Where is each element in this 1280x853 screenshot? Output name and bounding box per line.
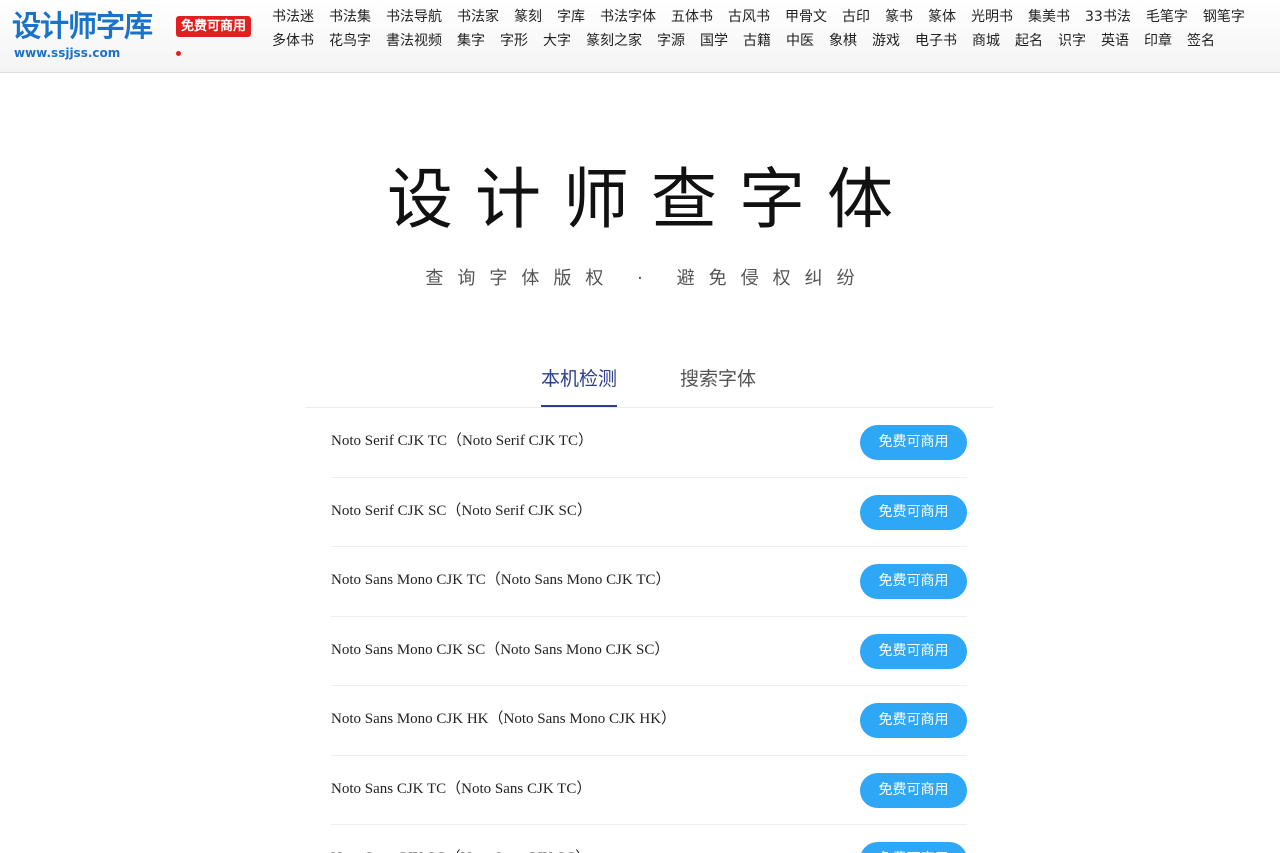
nav-row-1: 书法迷 书法集 书法导航 书法家 篆刻 字库 书法字体 五体书 古风书 甲骨文 古印 篆书 篆体 光明书集… bbox=[272, 7, 1260, 27]
nav-link[interactable]: 字库 bbox=[557, 7, 585, 27]
free-commercial-button[interactable]: 免费可商用 bbox=[860, 425, 967, 460]
nav-link[interactable]: 书法家 bbox=[457, 7, 499, 27]
nav-row-2: 多体书 花鸟字 書法视频 集字 字形 大字 篆刻之家 字源 国学 古籍 中医 象棋 游戏 电子书 商城 起名识… bbox=[272, 31, 1230, 51]
font-row: Noto Sans CJK TC（Noto Sans CJK TC） 免费可商用 bbox=[331, 756, 967, 825]
font-name: Noto Sans Mono CJK HK（Noto Sans Mono CJK… bbox=[331, 711, 677, 727]
font-row: Noto Sans CJK SC（Noto Sans CJK SC） 免费可商用 bbox=[331, 825, 967, 853]
nav-link[interactable]: 花鸟字 bbox=[329, 31, 371, 51]
font-list: Noto Serif CJK TC（Noto Serif CJK TC） 免费可商… bbox=[331, 408, 967, 853]
nav-link[interactable]: 集美书 bbox=[1028, 7, 1070, 27]
page-title: 设计师查字体 bbox=[387, 161, 915, 238]
font-name: Noto Serif CJK SC（Noto Serif CJK SC） bbox=[331, 502, 592, 519]
free-commercial-button[interactable]: 免费可商用 bbox=[860, 842, 967, 853]
font-row: Noto Serif CJK SC（Noto Serif CJK SC） 免费可商… bbox=[331, 478, 967, 547]
nav-link[interactable]: 国学 bbox=[700, 31, 728, 51]
font-name: Noto Sans Mono CJK TC（Noto Sans Mono CJK… bbox=[331, 572, 671, 588]
logo-url: www.ssjjss.com bbox=[14, 46, 121, 60]
nav-link[interactable]: 象棋 bbox=[829, 31, 857, 51]
nav-link[interactable]: 识字 bbox=[1058, 31, 1086, 51]
logo-dot-icon bbox=[176, 51, 181, 56]
nav-link[interactable]: 起名 bbox=[1015, 31, 1043, 51]
free-commercial-button[interactable]: 免费可商用 bbox=[860, 564, 967, 599]
nav-link[interactable]: 甲骨文 bbox=[785, 7, 827, 27]
nav-link[interactable]: 大字 bbox=[543, 31, 571, 51]
nav-link[interactable]: 钢笔字 bbox=[1203, 7, 1245, 27]
nav-link[interactable]: 字源 bbox=[657, 31, 685, 51]
font-name: Noto Serif CJK TC（Noto Serif CJK TC） bbox=[331, 433, 593, 449]
font-row: Noto Sans Mono CJK HK（Noto Sans Mono CJK… bbox=[331, 686, 967, 756]
nav-link[interactable]: 电子书 bbox=[915, 31, 957, 51]
site-header: 设计师字库 免费可商用 www.ssjjss.com 书法迷 书法集 书法导航 书法家… bbox=[0, 0, 1280, 73]
nav-link[interactable]: 五体书 bbox=[671, 7, 713, 27]
tab-local-check[interactable]: 本机检测 bbox=[541, 366, 618, 407]
nav-link[interactable]: 商城 bbox=[972, 31, 1000, 51]
nav-link[interactable]: 游戏 bbox=[872, 31, 900, 51]
nav-link[interactable]: 英语 bbox=[1101, 31, 1129, 51]
nav-link[interactable]: 光明书 bbox=[971, 7, 1013, 27]
nav-link[interactable]: 印章 bbox=[1144, 31, 1172, 51]
free-commercial-button[interactable]: 免费可商用 bbox=[860, 772, 967, 808]
nav-link[interactable]: 书法集 bbox=[329, 7, 371, 27]
nav-link[interactable]: 篆体 bbox=[928, 7, 956, 27]
nav-link[interactable]: 签名 bbox=[1187, 31, 1215, 51]
free-commercial-button[interactable]: 免费可商用 bbox=[860, 494, 967, 530]
font-name: Noto Sans CJK SC（Noto Sans CJK SC） bbox=[331, 848, 590, 853]
nav-link[interactable]: 古籍 bbox=[743, 31, 771, 51]
tab-search-fonts[interactable]: 搜索字体 bbox=[680, 366, 756, 405]
nav-link[interactable]: 书法字体 bbox=[600, 7, 656, 27]
nav-link[interactable]: 古印 bbox=[842, 7, 870, 27]
nav-link[interactable]: 多体书 bbox=[272, 31, 314, 51]
page-subtitle: 查询字体版权 · 避免侵权纠纷 bbox=[425, 268, 869, 289]
nav-link[interactable]: 篆书 bbox=[885, 7, 913, 27]
free-commercial-button[interactable]: 免费可商用 bbox=[860, 703, 967, 738]
font-row: Noto Sans Mono CJK TC（Noto Sans Mono CJK… bbox=[331, 547, 967, 617]
nav-link[interactable]: 书法导航 bbox=[386, 7, 442, 27]
free-commercial-button[interactable]: 免费可商用 bbox=[860, 633, 967, 669]
font-name: Noto Sans CJK TC（Noto Sans CJK TC） bbox=[331, 780, 592, 797]
tab-bar: 本机检测 搜索字体 bbox=[305, 360, 993, 408]
nav-link[interactable]: 33书法 bbox=[1085, 7, 1131, 27]
nav-link[interactable]: 字形 bbox=[500, 31, 528, 51]
logo-title: 设计师字库 bbox=[12, 9, 153, 43]
nav-link[interactable]: 古风书 bbox=[728, 7, 770, 27]
nav-link[interactable]: 书法迷 bbox=[272, 7, 314, 27]
nav-link[interactable]: 篆刻 bbox=[514, 7, 542, 27]
nav-link[interactable]: 書法视频 bbox=[386, 31, 442, 51]
nav-link[interactable]: 篆刻之家 bbox=[586, 31, 642, 51]
font-name: Noto Sans Mono CJK SC（Noto Sans Mono CJK… bbox=[331, 641, 670, 658]
nav-link[interactable]: 集字 bbox=[457, 31, 485, 51]
nav-link[interactable]: 中医 bbox=[786, 31, 814, 51]
font-row: Noto Sans Mono CJK SC（Noto Sans Mono CJK… bbox=[331, 617, 967, 686]
font-row: Noto Serif CJK TC（Noto Serif CJK TC） 免费可商… bbox=[331, 408, 967, 478]
logo-badge: 免费可商用 bbox=[176, 16, 252, 37]
nav-link[interactable]: 毛笔字 bbox=[1146, 7, 1188, 27]
site-logo[interactable]: 设计师字库 免费可商用 www.ssjjss.com bbox=[12, 6, 262, 66]
